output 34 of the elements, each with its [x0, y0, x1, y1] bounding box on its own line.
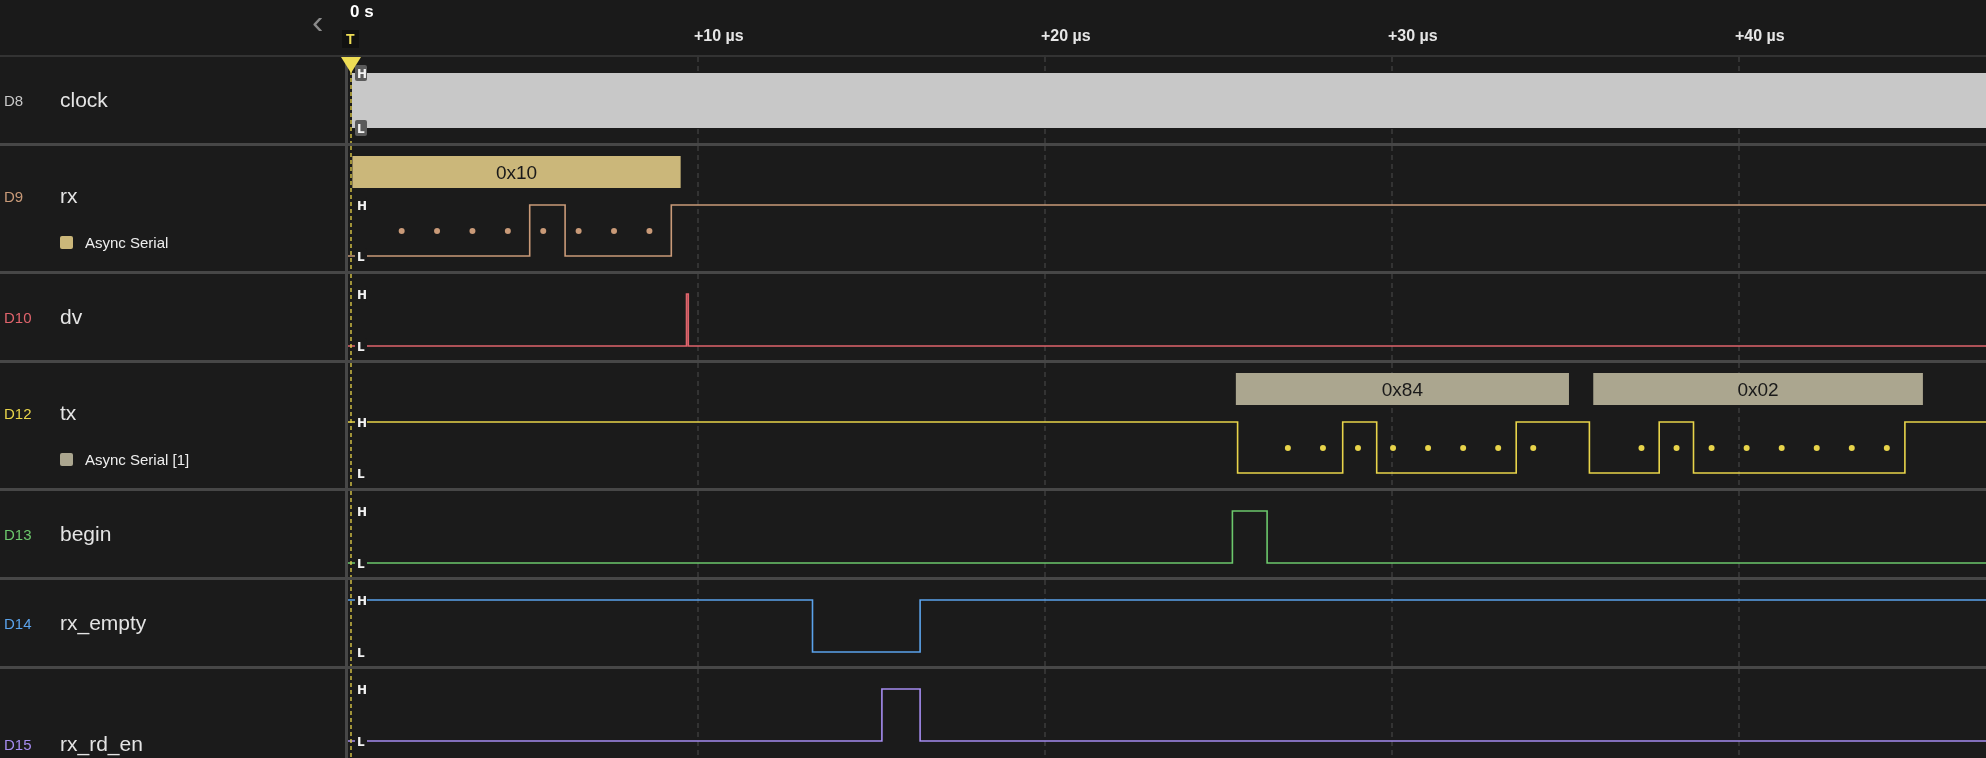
high-level-label: H [355, 681, 368, 697]
collapse-chevron[interactable]: ‹ [312, 4, 324, 38]
time-tick-label: +40 µs [1735, 27, 1785, 45]
channel-id: D15 [3, 735, 33, 753]
high-level-label: H [355, 286, 368, 302]
analyzer-name[interactable]: Async Serial [85, 234, 169, 251]
channel-id: D10 [3, 308, 33, 326]
channel-name[interactable]: rx [60, 184, 78, 208]
low-level-label: L [355, 465, 367, 481]
analyzer-name[interactable]: Async Serial [1] [85, 451, 190, 468]
high-level-label: H [355, 65, 368, 81]
time-origin-label: 0 s [350, 2, 374, 22]
time-tick-label: +10 µs [694, 27, 744, 45]
channel-name[interactable]: begin [60, 522, 112, 546]
channel-id: D12 [3, 404, 33, 422]
decoded-frame[interactable]: 0x10 [352, 156, 681, 188]
low-level-label: L [355, 120, 367, 136]
channel-name[interactable]: rx_empty [60, 611, 147, 635]
channel-name[interactable]: tx [60, 401, 77, 425]
low-level-label: L [355, 644, 367, 660]
channel-id: D14 [3, 614, 33, 632]
time-tick-label: +20 µs [1041, 27, 1091, 45]
trigger-label: T [342, 30, 359, 48]
time-tick-label: +30 µs [1388, 27, 1438, 45]
channel-name[interactable]: dv [60, 305, 83, 329]
channel-id: D13 [3, 525, 33, 543]
channel-name[interactable]: clock [60, 88, 108, 112]
high-level-label: H [355, 503, 368, 519]
channel-id: D9 [3, 187, 25, 205]
channel-name[interactable]: rx_rd_en [60, 732, 143, 756]
decoded-frame[interactable]: 0x84 [1235, 373, 1569, 405]
high-level-label: H [355, 197, 368, 213]
decoded-frame[interactable]: 0x02 [1593, 373, 1923, 405]
channel-id: D8 [3, 91, 25, 109]
